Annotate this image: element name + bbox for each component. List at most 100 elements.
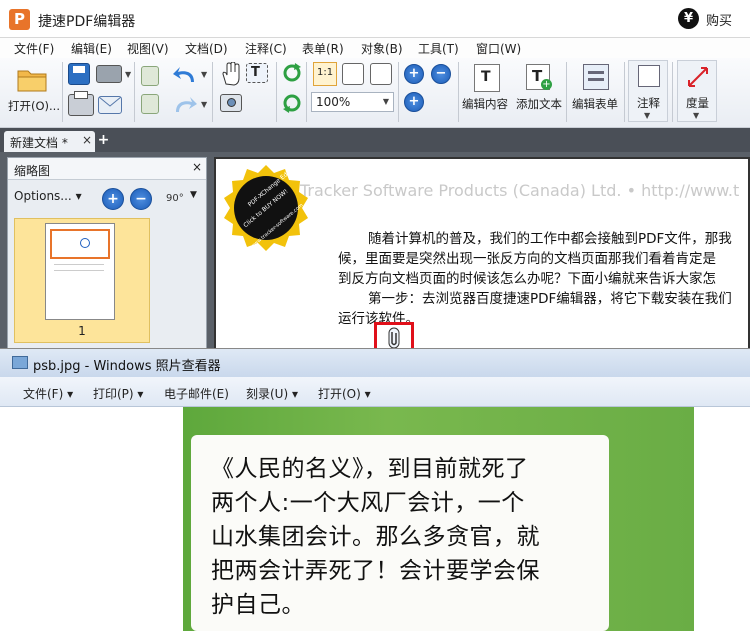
thumbnail-page-image	[45, 223, 115, 320]
hand-tool-icon[interactable]	[220, 62, 242, 86]
photo-text-line-5: 护自己。	[211, 592, 305, 618]
edit-form-button[interactable]: 编辑表单	[570, 60, 624, 122]
viewer-menu-email[interactable]: 电子邮件(E)	[164, 385, 229, 402]
page-next-icon[interactable]	[141, 94, 159, 114]
menu-object[interactable]: 对象(B)	[361, 40, 403, 57]
select-text-icon[interactable]: T	[246, 63, 268, 83]
title-bar: P 捷速PDF编辑器 ¥ 购买	[0, 0, 750, 38]
zoom-select[interactable]: 100% ▼	[311, 92, 394, 112]
scan-icon[interactable]	[96, 65, 122, 83]
measure-button[interactable]: 度量 ▼	[677, 60, 717, 122]
add-text-button[interactable]: T + 添加文本	[514, 60, 566, 122]
toolbar: 打开(O)... ▼ ▼ ▼ T 1:1 100% ▼ + − + T 编辑内容…	[0, 58, 750, 128]
rotate-page-button[interactable]: 90°	[164, 188, 186, 210]
open-button[interactable]: 打开(O)...	[4, 62, 60, 122]
fit-width-icon[interactable]	[370, 63, 392, 85]
edit-form-label: 编辑表单	[572, 97, 618, 111]
edit-content-button[interactable]: T 编辑内容	[462, 60, 514, 122]
thumbnails-title: 缩略图	[14, 164, 51, 178]
viewer-menu-burn[interactable]: 刻录(U) ▾	[246, 385, 298, 402]
undo-icon[interactable]	[172, 64, 198, 86]
photo-viewer-titlebar: psb.jpg - Windows 照片查看器	[0, 349, 750, 377]
thumbnails-header: 缩略图 ×	[8, 158, 206, 180]
annotate-button[interactable]: 注释 ▼	[628, 60, 668, 122]
redo-dropdown-icon[interactable]: ▼	[201, 100, 207, 109]
fit-page-icon[interactable]	[342, 63, 364, 85]
options-label: Options...	[14, 189, 72, 203]
measure-label: 度量	[686, 96, 709, 110]
print-icon[interactable]	[68, 91, 94, 116]
app-title: 捷速PDF编辑器	[38, 14, 136, 30]
annotate-icon	[638, 65, 660, 87]
photo-viewer-icon	[12, 356, 28, 369]
photo-viewer-stage: 《人民的名义》，到目前就死了 两个人:一个大风厂会计，一个 山水集团会计。那么多…	[0, 407, 750, 631]
annotate-label: 注释	[637, 96, 660, 110]
menu-window[interactable]: 窗口(W)	[476, 40, 521, 57]
thumbnails-panel: 缩略图 × Options... ▾ + − 90° ▼ 1	[7, 157, 207, 350]
thumbnails-toolbar: Options... ▾ + − 90° ▼	[8, 180, 206, 214]
actual-size-button[interactable]: 1:1	[313, 62, 337, 86]
photo-viewer-title: psb.jpg - Windows 照片查看器	[33, 359, 221, 374]
open-label: 打开(O)...	[8, 99, 60, 113]
chevron-down-icon: ▼	[382, 97, 389, 106]
viewer-menu-print[interactable]: 打印(P) ▾	[93, 385, 143, 402]
photo-viewer-window: psb.jpg - Windows 照片查看器 文件(F) ▾ 打印(P) ▾ …	[0, 348, 750, 631]
zoom-out-icon[interactable]: −	[431, 64, 451, 84]
paragraph-line-4: 第一步：去浏览器百度捷速PDF编辑器，将它下载安装在我们	[368, 291, 732, 307]
app-logo-icon: P	[9, 9, 30, 30]
save-icon[interactable]	[68, 63, 90, 85]
menu-edit[interactable]: 编辑(E)	[71, 40, 112, 57]
undo-dropdown-icon[interactable]: ▼	[201, 70, 207, 79]
menu-view[interactable]: 视图(V)	[127, 40, 169, 57]
scan-dropdown-icon[interactable]: ▼	[125, 70, 131, 79]
menu-file[interactable]: 文件(F)	[14, 40, 54, 57]
rotate-clockwise-icon[interactable]	[281, 62, 303, 84]
edit-form-icon	[583, 64, 609, 90]
shrink-thumbnails-icon[interactable]: −	[130, 188, 152, 210]
menu-comment[interactable]: 注释(C)	[245, 40, 287, 57]
zoom-value: 100%	[316, 95, 351, 109]
measure-ruler-icon	[688, 67, 708, 87]
tab-label: 新建文档 *	[10, 136, 68, 150]
viewer-menu-file[interactable]: 文件(F) ▾	[23, 385, 73, 402]
paperclip-icon	[388, 327, 400, 349]
tab-new-document[interactable]: 新建文档 * ×	[4, 131, 95, 152]
close-panel-icon[interactable]: ×	[192, 160, 202, 174]
annotate-dropdown-icon: ▼	[644, 111, 651, 120]
actual-size-label: 1:1	[317, 67, 334, 78]
rotate-counterclockwise-icon[interactable]	[281, 92, 303, 114]
paragraph-line-3: 到反方向文档页面的时候该怎么办呢？下面小编就来告诉大家怎	[338, 271, 716, 287]
photo-text-line-3: 山水集团会计。那么多贪官，就	[211, 524, 540, 550]
folder-icon	[17, 70, 47, 92]
add-text-label: 添加文本	[516, 97, 562, 111]
enlarge-thumbnails-icon[interactable]: +	[102, 188, 124, 210]
menu-form[interactable]: 表单(R)	[302, 40, 344, 57]
page-thumbnail[interactable]: 1	[14, 218, 150, 343]
viewer-menu-open[interactable]: 打开(O) ▾	[318, 385, 371, 402]
menu-tools[interactable]: 工具(T)	[418, 40, 459, 57]
email-icon[interactable]	[98, 96, 122, 114]
buy-button[interactable]: ¥ 购买	[678, 8, 744, 30]
redo-icon[interactable]	[172, 94, 198, 116]
add-tab-button[interactable]: +	[96, 132, 111, 148]
photo-text-line-2: 两个人:一个大风厂会计，一个	[211, 490, 525, 516]
paragraph-line-2: 候，里面要是突然出现一张反方向的文档页面那我们看着肯定是	[338, 251, 716, 267]
buy-label: 购买	[706, 14, 733, 29]
photo-viewer-menu: 文件(F) ▾ 打印(P) ▾ 电子邮件(E) 刻录(U) ▾ 打开(O) ▾	[0, 377, 750, 407]
snapshot-camera-icon[interactable]	[220, 94, 242, 112]
menu-bar: 文件(F) 编辑(E) 视图(V) 文档(D) 注释(C) 表单(R) 对象(B…	[0, 38, 750, 58]
options-dropdown[interactable]: Options... ▾	[14, 189, 82, 203]
workspace: 缩略图 × Options... ▾ + − 90° ▼ 1 PDF-XChan…	[0, 152, 750, 354]
page-prev-icon[interactable]	[141, 66, 159, 86]
close-tab-icon[interactable]: ×	[82, 133, 92, 147]
zoom-tool-icon[interactable]: +	[404, 92, 424, 112]
menu-document[interactable]: 文档(D)	[185, 40, 228, 57]
edit-content-icon: T	[474, 64, 500, 92]
add-text-icon: T +	[526, 64, 552, 90]
document-view[interactable]: PDF-XChange Editor Click to BUY NOW! www…	[214, 157, 750, 354]
zoom-in-icon[interactable]: +	[404, 64, 424, 84]
measure-dropdown-icon: ▼	[693, 111, 700, 120]
message-bubble: 《人民的名义》，到目前就死了 两个人:一个大风厂会计，一个 山水集团会计。那么多…	[191, 435, 609, 631]
rotate-dropdown-icon[interactable]: ▼	[190, 190, 197, 200]
photo-text-line-1: 《人民的名义》，到目前就死了	[211, 456, 529, 482]
